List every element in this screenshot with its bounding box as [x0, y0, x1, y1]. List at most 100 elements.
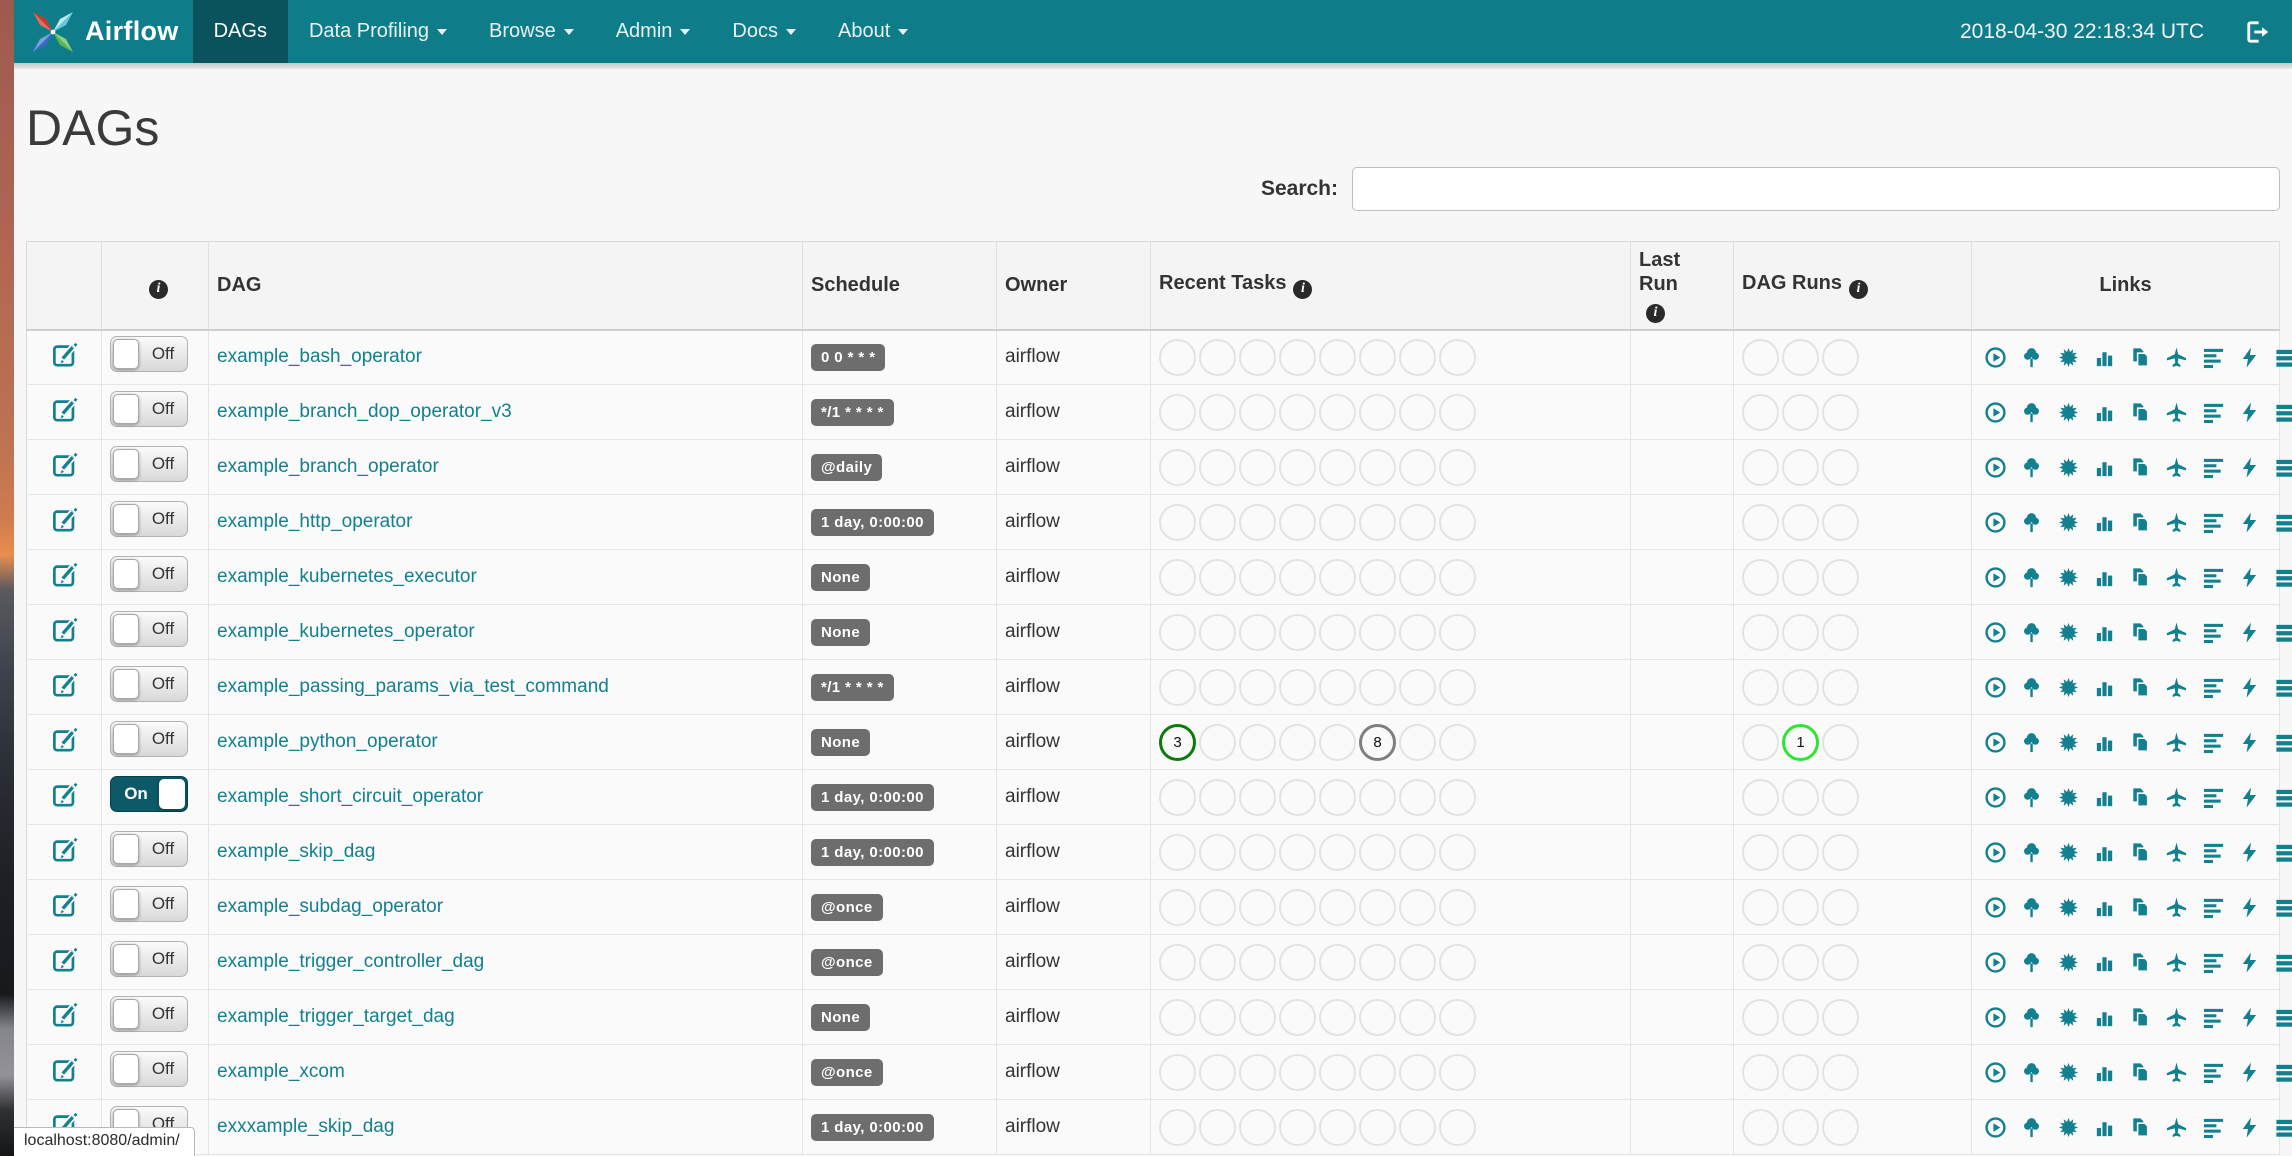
tree-view-icon[interactable]	[2020, 456, 2043, 479]
dag-run-circle[interactable]	[1782, 778, 1819, 816]
dag-run-circle[interactable]	[1782, 393, 1819, 431]
task-status-circle[interactable]	[1239, 503, 1276, 541]
task-status-circle[interactable]	[1199, 888, 1236, 926]
task-status-circle[interactable]	[1239, 943, 1276, 981]
gantt-view-icon[interactable]	[2202, 1006, 2225, 1029]
dag-run-circle[interactable]	[1782, 833, 1819, 871]
edit-dag-button[interactable]	[51, 1001, 78, 1028]
dag-link[interactable]: example_short_circuit_operator	[217, 786, 483, 807]
log-icon[interactable]	[2274, 1006, 2292, 1029]
task-tries-icon[interactable]	[2129, 621, 2152, 644]
dag-run-circle[interactable]	[1822, 998, 1859, 1036]
trigger-dag-icon[interactable]	[1984, 731, 2007, 754]
task-status-circle[interactable]	[1239, 778, 1276, 816]
task-status-circle[interactable]	[1239, 998, 1276, 1036]
dag-run-circle[interactable]	[1822, 503, 1859, 541]
dag-run-circle[interactable]	[1822, 943, 1859, 981]
task-tries-icon[interactable]	[2129, 511, 2152, 534]
task-status-circle[interactable]	[1319, 393, 1356, 431]
dag-pause-toggle[interactable]: Off	[110, 996, 188, 1032]
task-duration-icon[interactable]	[2093, 896, 2116, 919]
task-status-circle[interactable]	[1279, 613, 1316, 651]
task-status-circle[interactable]: 8	[1359, 723, 1396, 761]
task-status-circle[interactable]	[1319, 613, 1356, 651]
graph-view-icon[interactable]	[2057, 896, 2080, 919]
task-tries-icon[interactable]	[2129, 1116, 2152, 1139]
task-status-circle[interactable]	[1199, 448, 1236, 486]
task-status-circle[interactable]	[1239, 558, 1276, 596]
tree-view-icon[interactable]	[2020, 896, 2043, 919]
task-status-circle[interactable]	[1359, 448, 1396, 486]
edit-dag-button[interactable]	[51, 836, 78, 863]
gantt-view-icon[interactable]	[2202, 1061, 2225, 1084]
landing-times-icon[interactable]	[2165, 511, 2188, 534]
dag-pause-toggle[interactable]: Off	[110, 886, 188, 922]
task-status-circle[interactable]	[1319, 668, 1356, 706]
dag-pause-toggle[interactable]: On	[110, 776, 188, 812]
task-status-circle[interactable]	[1319, 338, 1356, 376]
graph-view-icon[interactable]	[2057, 511, 2080, 534]
dag-pause-toggle[interactable]: Off	[110, 336, 188, 373]
task-status-circle[interactable]	[1199, 1053, 1236, 1091]
task-status-circle[interactable]	[1199, 943, 1236, 981]
log-icon[interactable]	[2274, 841, 2292, 864]
gantt-view-icon[interactable]	[2202, 841, 2225, 864]
task-status-circle[interactable]	[1439, 998, 1476, 1036]
dag-run-circle[interactable]	[1742, 338, 1779, 376]
nav-item-dags[interactable]: DAGs	[192, 0, 288, 63]
dag-run-circle[interactable]	[1742, 943, 1779, 981]
task-tries-icon[interactable]	[2129, 951, 2152, 974]
task-status-circle[interactable]	[1319, 723, 1356, 761]
code-view-icon[interactable]	[2238, 841, 2261, 864]
dag-run-circle[interactable]	[1742, 1053, 1779, 1091]
task-tries-icon[interactable]	[2129, 1006, 2152, 1029]
dag-pause-toggle[interactable]: Off	[110, 831, 188, 867]
landing-times-icon[interactable]	[2165, 621, 2188, 644]
trigger-dag-icon[interactable]	[1984, 401, 2007, 424]
graph-view-icon[interactable]	[2057, 731, 2080, 754]
task-status-circle[interactable]	[1159, 448, 1196, 486]
dag-run-circle[interactable]	[1742, 448, 1779, 486]
task-status-circle[interactable]	[1159, 888, 1196, 926]
task-status-circle[interactable]	[1399, 1053, 1436, 1091]
task-status-circle[interactable]	[1439, 723, 1476, 761]
gantt-view-icon[interactable]	[2202, 951, 2225, 974]
dag-pause-toggle[interactable]: Off	[110, 666, 188, 702]
dag-run-circle[interactable]	[1822, 668, 1859, 706]
log-icon[interactable]	[2274, 896, 2292, 919]
task-status-circle[interactable]	[1279, 778, 1316, 816]
gantt-view-icon[interactable]	[2202, 1116, 2225, 1139]
tree-view-icon[interactable]	[2020, 1006, 2043, 1029]
dag-link[interactable]: example_kubernetes_executor	[217, 566, 477, 587]
tree-view-icon[interactable]	[2020, 346, 2043, 369]
task-status-circle[interactable]	[1399, 503, 1436, 541]
task-status-circle[interactable]	[1359, 1053, 1396, 1091]
task-duration-icon[interactable]	[2093, 511, 2116, 534]
task-status-circle[interactable]	[1399, 393, 1436, 431]
dag-run-circle[interactable]	[1742, 998, 1779, 1036]
task-status-circle[interactable]	[1359, 888, 1396, 926]
trigger-dag-icon[interactable]	[1984, 1006, 2007, 1029]
task-status-circle[interactable]	[1439, 833, 1476, 871]
task-status-circle[interactable]	[1199, 668, 1236, 706]
code-view-icon[interactable]	[2238, 401, 2261, 424]
task-status-circle[interactable]	[1279, 1053, 1316, 1091]
task-status-circle[interactable]	[1239, 1053, 1276, 1091]
tree-view-icon[interactable]	[2020, 1061, 2043, 1084]
dag-run-circle[interactable]	[1742, 888, 1779, 926]
landing-times-icon[interactable]	[2165, 731, 2188, 754]
task-status-circle[interactable]	[1399, 723, 1436, 761]
gantt-view-icon[interactable]	[2202, 511, 2225, 534]
task-status-circle[interactable]	[1439, 613, 1476, 651]
graph-view-icon[interactable]	[2057, 566, 2080, 589]
task-status-circle[interactable]	[1399, 778, 1436, 816]
dag-run-circle[interactable]	[1822, 448, 1859, 486]
task-status-circle[interactable]	[1279, 668, 1316, 706]
task-duration-icon[interactable]	[2093, 676, 2116, 699]
task-tries-icon[interactable]	[2129, 731, 2152, 754]
trigger-dag-icon[interactable]	[1984, 566, 2007, 589]
dag-link[interactable]: example_trigger_controller_dag	[217, 951, 484, 972]
task-status-circle[interactable]	[1359, 668, 1396, 706]
task-status-circle[interactable]	[1199, 558, 1236, 596]
code-view-icon[interactable]	[2238, 1061, 2261, 1084]
